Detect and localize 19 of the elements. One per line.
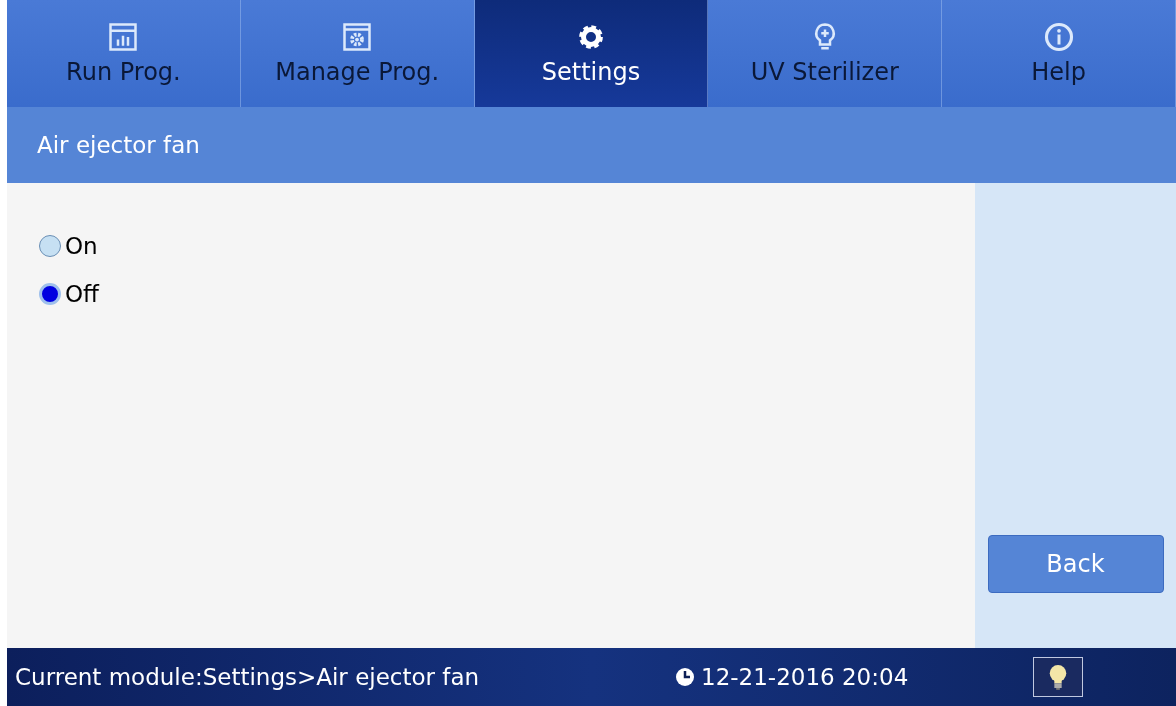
lamp-button[interactable] — [1033, 657, 1083, 697]
chart-icon — [108, 21, 139, 52]
nav-tab[interactable]: Help — [942, 0, 1176, 107]
radio-button[interactable] — [39, 235, 61, 257]
radio-option[interactable]: On — [39, 233, 98, 259]
bulb-icon — [1047, 663, 1069, 691]
module-path: Current module:Settings>Air ejector fan — [15, 664, 481, 690]
gear-window-icon — [342, 21, 373, 52]
clock-icon — [675, 667, 695, 687]
radio-option[interactable]: Off — [39, 281, 99, 307]
page-title: Air ejector fan — [37, 132, 200, 158]
nav-tab[interactable]: UV Sterilizer — [708, 0, 943, 107]
date-time: 12-21-2016 20:04 — [701, 664, 909, 690]
nav-tab[interactable]: Settings — [474, 0, 709, 107]
nav-tab[interactable]: Manage Prog. — [240, 0, 475, 107]
radio-button[interactable] — [39, 283, 61, 305]
back-button[interactable]: Back — [987, 535, 1164, 593]
info-icon — [1043, 21, 1074, 52]
nav-tab[interactable]: Run Prog. — [7, 0, 241, 107]
